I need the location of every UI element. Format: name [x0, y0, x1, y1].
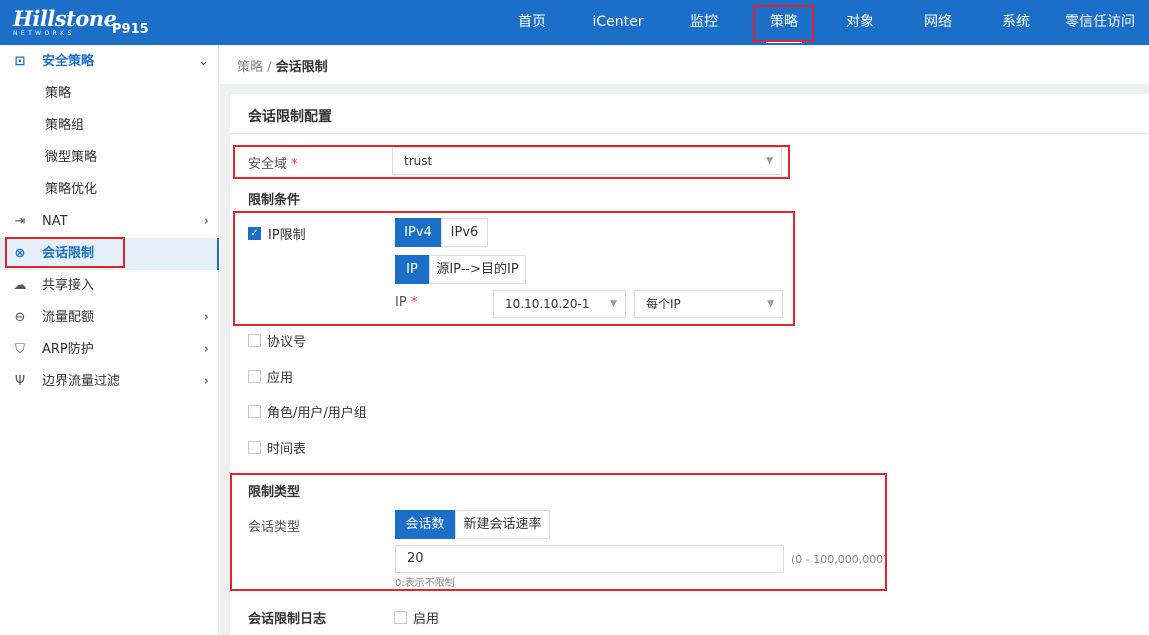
breadcrumb: 策略 / 会话限制 [237, 60, 328, 75]
nav-system[interactable]: 系统 [992, 0, 1040, 45]
application-checkbox[interactable] [248, 370, 261, 383]
chevron-right-icon: › [203, 214, 209, 229]
nav-object[interactable]: 对象 [836, 0, 884, 45]
top-navigation-bar: Hillstone NETWORKS P915 首页 iCenter 监控 策略… [0, 0, 1149, 45]
nav-monitor[interactable]: 监控 [680, 0, 728, 45]
highlight-zone [233, 145, 790, 179]
chevron-right-icon: › [203, 374, 209, 389]
nat-icon: ⇥ [14, 214, 26, 229]
condition-section-title: 限制条件 [248, 193, 301, 208]
page-title: 会话限制配置 [248, 109, 332, 125]
sidebar-item-nat[interactable]: ⇥ NAT › [0, 206, 219, 238]
sidebar-item-policy-optimize[interactable]: 策略优化 [0, 174, 219, 206]
shared-access-icon: ☁ [13, 278, 27, 293]
chevron-down-icon: ⌄ [198, 54, 209, 69]
highlight-ip-limit [233, 211, 795, 326]
chevron-right-icon: › [203, 342, 209, 357]
sidebar: ⊡ 安全策略 ⌄ 策略 策略组 微型策略 策略优化 ⇥ NAT › ⊗ 会话限制… [0, 45, 219, 635]
sidebar-item-border-filter[interactable]: Ψ 边界流量过滤 › [0, 366, 219, 398]
schedule-label: 时间表 [267, 442, 307, 457]
application-label: 应用 [267, 371, 294, 386]
content-gutter [220, 94, 230, 635]
session-log-label: 会话限制日志 [248, 612, 327, 627]
content-divider [220, 84, 1149, 94]
title-divider [230, 133, 1149, 134]
session-log-checkbox[interactable] [394, 611, 407, 624]
nav-icenter[interactable]: iCenter [590, 0, 646, 45]
arp-icon: ⛉ [15, 342, 25, 357]
sidebar-item-policy[interactable]: 策略 [0, 78, 219, 110]
sidebar-item-shared-access[interactable]: ☁ 共享接入 [0, 270, 219, 302]
sidebar-item-traffic-quota[interactable]: ⊖ 流量配额 › [0, 302, 219, 334]
filter-icon: Ψ [14, 374, 26, 389]
sidebar-item-security-policy[interactable]: ⊡ 安全策略 ⌄ [0, 46, 219, 78]
sidebar-item-micro-policy[interactable]: 微型策略 [0, 142, 219, 174]
sidebar-item-policy-group[interactable]: 策略组 [0, 110, 219, 142]
role-user-label: 角色/用户/用户组 [267, 406, 367, 421]
policy-icon: ⊡ [14, 54, 26, 69]
sidebar-item-arp-protection[interactable]: ⛉ ARP防护 › [0, 334, 219, 366]
session-log-enable-label: 启用 [413, 612, 440, 627]
protocol-label: 协议号 [267, 335, 307, 350]
highlight-limit-type [230, 473, 887, 591]
quota-icon: ⊖ [14, 310, 26, 325]
role-user-checkbox[interactable] [248, 405, 261, 418]
nav-home[interactable]: 首页 [507, 0, 557, 45]
highlight-session-limit [5, 237, 125, 268]
schedule-checkbox[interactable] [248, 441, 261, 454]
nav-zero-trust[interactable]: 零信任访问 [1058, 0, 1142, 45]
highlight-nav-policy [753, 5, 814, 42]
chevron-right-icon: › [203, 310, 209, 325]
hillstone-logo[interactable]: Hillstone NETWORKS [13, 8, 117, 38]
nav-network[interactable]: 网络 [914, 0, 962, 45]
device-model: P915 [112, 22, 149, 37]
protocol-checkbox[interactable] [248, 334, 261, 347]
